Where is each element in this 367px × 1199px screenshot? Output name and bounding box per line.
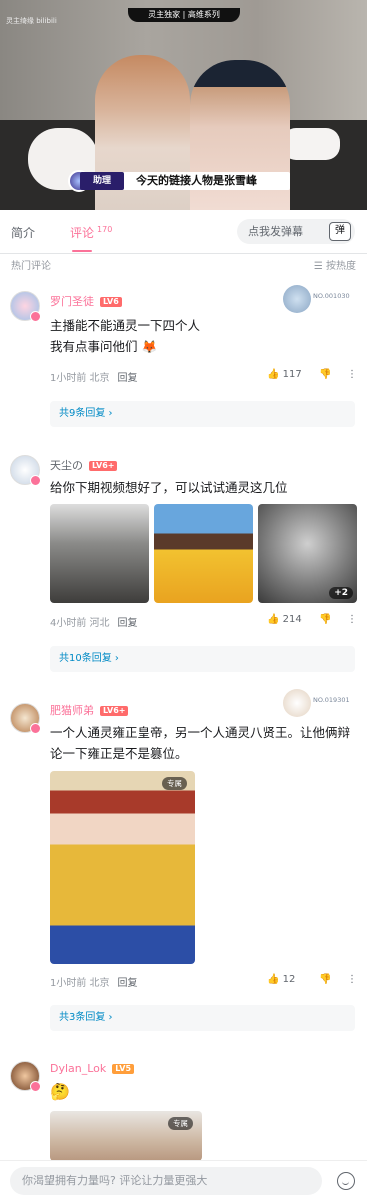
like-count: 117	[282, 369, 302, 380]
vip-badge	[30, 311, 41, 322]
hot-comments-label: 热门评论	[11, 261, 51, 272]
comment-image[interactable]	[50, 504, 149, 603]
comment-meta: 1小时前 北京 回复	[50, 369, 138, 384]
comment-line: 🤔	[50, 1082, 70, 1101]
view-replies-button[interactable]: 共3条回复 ›	[50, 1005, 355, 1031]
dislike-icon[interactable]: 👎	[319, 974, 331, 985]
username-text: 罗门圣徒	[50, 295, 94, 308]
view-replies-button[interactable]: 共9条回复 ›	[50, 401, 355, 427]
username[interactable]: 罗门圣徒 LV6	[50, 293, 122, 309]
username[interactable]: 天尘の LV6+	[50, 457, 118, 473]
fan-number: NO.019301	[313, 696, 350, 704]
dislike-icon[interactable]: 👎	[319, 614, 331, 625]
exclusive-badge: 专属	[162, 777, 187, 790]
comment-actions: 👍 117 👎 ⋮	[267, 369, 357, 383]
reply-button[interactable]: 回复	[118, 978, 138, 989]
vip-badge	[30, 475, 41, 486]
video-player[interactable]: 灵主独家 | 高维系列 灵主绮缘 bilibili 助理 今天的链接人物是张雪峰	[0, 0, 367, 210]
comment-count: 170	[97, 225, 113, 234]
thumbs-up-icon: 👍	[267, 369, 280, 380]
comment-time: 1小时前 北京	[50, 978, 110, 989]
username-text: 天尘の	[50, 459, 83, 472]
dislike-icon[interactable]: 👎	[319, 369, 331, 380]
video-plush	[282, 128, 340, 160]
like-count: 214	[282, 614, 302, 625]
comment-text: 给你下期视频想好了，可以试试通灵这几位	[50, 477, 355, 498]
video-banner: 灵主独家 | 高维系列	[128, 8, 240, 22]
username[interactable]: Dylan_Lok LV5	[50, 1062, 135, 1075]
comment-image[interactable]: +2	[258, 504, 357, 603]
thumbs-up-icon: 👍	[267, 974, 280, 985]
sort-label: 按热度	[326, 261, 356, 272]
more-images-count: +2	[329, 587, 353, 599]
video-caption: 助理 今天的链接人物是张雪峰	[68, 170, 290, 192]
channel-logo: 灵主绮缘 bilibili	[6, 17, 57, 25]
comment-input[interactable]: 你渴望拥有力量吗? 评论让力量更强大	[10, 1167, 322, 1195]
like-button[interactable]: 👍 214	[267, 614, 302, 625]
more-icon[interactable]: ⋮	[347, 369, 357, 380]
level-badge: LV6+	[100, 706, 129, 716]
comment-image[interactable]	[154, 504, 253, 603]
reply-button[interactable]: 回复	[118, 618, 138, 629]
danmaku-placeholder: 点我发弹幕	[248, 225, 303, 238]
comment-line: 主播能不能通灵一下四个人	[50, 318, 201, 333]
vip-badge	[30, 723, 41, 734]
sort-button[interactable]: ☰ 按热度	[314, 257, 356, 272]
more-icon[interactable]: ⋮	[347, 974, 357, 985]
danmaku-input[interactable]: 点我发弹幕 弹	[237, 219, 355, 244]
like-button[interactable]: 👍 117	[267, 369, 302, 380]
comment-input-bar: 你渴望拥有力量吗? 评论让力量更强大	[0, 1160, 367, 1199]
view-replies-button[interactable]: 共10条回复 ›	[50, 646, 355, 672]
level-badge: LV6+	[89, 461, 118, 471]
exclusive-badge: 专属	[168, 1117, 193, 1130]
reply-button[interactable]: 回复	[118, 373, 138, 384]
like-button[interactable]: 👍 12	[267, 974, 295, 985]
more-icon[interactable]: ⋮	[347, 614, 357, 625]
comment-meta: 1小时前 北京 回复	[50, 974, 138, 989]
comment-time: 1小时前 北京	[50, 373, 110, 384]
comment-line: 给你下期视频想好了，可以试试通灵这几位	[50, 480, 288, 495]
like-count: 12	[282, 974, 296, 985]
fan-badge-icon	[283, 285, 311, 313]
comment-time: 4小时前 河北	[50, 618, 110, 629]
avatar[interactable]	[10, 1061, 41, 1092]
tab-indicator	[72, 250, 92, 252]
fan-badge-icon	[283, 689, 311, 717]
tab-intro[interactable]: 简介	[11, 224, 35, 241]
comment-line: 我有点事问他们 🦊	[50, 339, 158, 354]
avatar[interactable]	[10, 291, 41, 322]
sort-bar: 热门评论 ☰ 按热度	[0, 254, 367, 274]
comment-text: 🤔	[50, 1081, 355, 1102]
vip-badge	[30, 1081, 41, 1092]
caption-text: 今天的链接人物是张雪峰	[136, 174, 257, 187]
username-text: 肥猫师弟	[50, 704, 94, 717]
username-text: Dylan_Lok	[50, 1062, 107, 1075]
comment-text: 主播能不能通灵一下四个人 我有点事问他们 🦊	[50, 315, 355, 357]
fan-badge: NO.001030	[283, 285, 350, 313]
danmaku-toggle-button[interactable]: 弹	[329, 222, 351, 241]
avatar[interactable]	[10, 455, 41, 486]
thumbs-up-icon: 👍	[267, 614, 280, 625]
username[interactable]: 肥猫师弟 LV6+	[50, 702, 129, 718]
comment-line: 一个人通灵雍正皇帝，另一个人通灵八贤王。让他俩辩论一下雍正是不是篡位。	[50, 725, 351, 761]
avatar[interactable]	[10, 703, 41, 734]
comment-text: 一个人通灵雍正皇帝，另一个人通灵八贤王。让他俩辩论一下雍正是不是篡位。	[50, 722, 355, 764]
level-badge: LV5	[112, 1064, 135, 1074]
comment-image[interactable]: 专属	[50, 1111, 202, 1161]
comment-image[interactable]: 专属	[50, 771, 195, 964]
level-badge: LV6	[100, 297, 122, 307]
tab-comments-label: 评论	[70, 226, 95, 240]
caption-tag: 助理	[80, 172, 124, 190]
comment-meta: 4小时前 河北 回复	[50, 614, 138, 629]
fan-badge: NO.019301	[283, 689, 350, 717]
comment-actions: 👍 12 👎 ⋮	[267, 974, 357, 988]
fan-number: NO.001030	[313, 292, 350, 300]
tab-comments[interactable]: 评论 170	[70, 224, 112, 241]
comment-actions: 👍 214 👎 ⋮	[267, 614, 357, 628]
emoji-icon[interactable]	[337, 1172, 355, 1190]
